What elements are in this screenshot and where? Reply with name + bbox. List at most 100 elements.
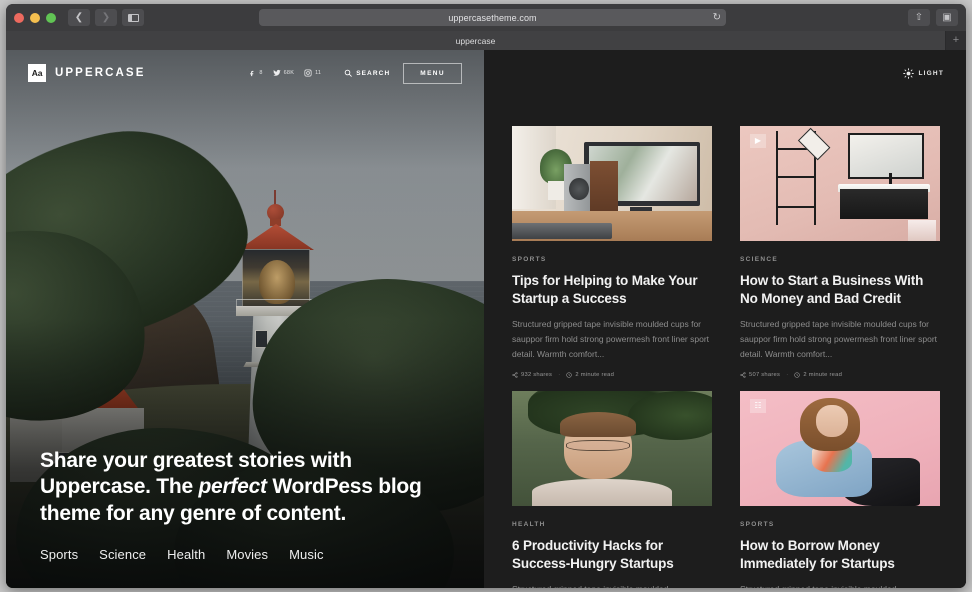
article-thumbnail[interactable]	[512, 126, 712, 241]
logo-text: UPPERCASE	[55, 67, 146, 79]
thumb-foliage	[628, 391, 712, 440]
minimize-window-button[interactable]	[30, 12, 40, 23]
article-category[interactable]: SPORTS	[740, 521, 940, 528]
article-title[interactable]: How to Start a Business With No Money an…	[740, 272, 940, 308]
article-card[interactable]: ☷ SPORTS How to Borrow Money Immediately…	[740, 391, 940, 588]
hero-title-emphasis: perfect	[198, 475, 267, 499]
browser-toolbar: ❮ ❯ uppercasetheme.com ↻ ⇧ ▣	[6, 4, 966, 31]
article-thumbnail[interactable]	[512, 391, 712, 507]
site-header: Aa UPPERCASE 8 68K 11 SEARCH MENU	[6, 50, 484, 96]
thumb-glass-panel	[908, 220, 936, 241]
meta-separator: ·	[786, 372, 789, 379]
article-category[interactable]: SPORTS	[512, 256, 712, 263]
twitter-icon	[273, 69, 281, 76]
tab-strip: uppercase +	[6, 31, 966, 50]
thumb-glasses	[566, 439, 630, 452]
search-label: SEARCH	[356, 69, 391, 77]
read-time-label: 2 minute read	[803, 372, 843, 379]
hero-categories: Sports Science Health Movies Music	[40, 547, 454, 562]
hero-copy: Share your greatest stories with Upperca…	[40, 448, 454, 562]
twitter-link[interactable]: 68K	[273, 69, 294, 77]
window-controls	[14, 12, 56, 23]
site-logo[interactable]: Aa UPPERCASE	[28, 64, 145, 82]
instagram-count: 11	[315, 70, 322, 76]
article-category[interactable]: SCIENCE	[740, 256, 940, 263]
tabs-icon[interactable]: ▣	[936, 9, 958, 26]
article-excerpt: Structured gripped tape invisible moulde…	[740, 319, 938, 359]
share-count-label: 507 shares	[749, 372, 781, 379]
browser-window: ❮ ❯ uppercasetheme.com ↻ ⇧ ▣ uppercase +	[6, 4, 966, 588]
article-title[interactable]: Tips for Helping to Make Your Startup a …	[512, 272, 712, 308]
hero-category-music[interactable]: Music	[289, 547, 323, 562]
read-time: 2 minute read	[794, 372, 842, 378]
menu-button[interactable]: MENU	[403, 62, 462, 84]
tab-title: uppercase	[455, 35, 496, 46]
meta-separator: ·	[558, 372, 561, 379]
read-time-label: 2 minute read	[575, 372, 615, 379]
gallery-badge-icon: ☷	[750, 399, 766, 414]
twitter-count: 68K	[283, 70, 295, 76]
thumb-vanity	[840, 189, 928, 220]
new-tab-button[interactable]: +	[946, 31, 966, 50]
instagram-icon	[304, 69, 312, 77]
search-button[interactable]: SEARCH	[344, 69, 390, 77]
hero-category-health[interactable]: Health	[167, 547, 205, 562]
logo-mark: Aa	[28, 64, 46, 82]
sidebar-toggle-button[interactable]	[122, 9, 144, 26]
sidebar-icon	[127, 13, 139, 22]
forward-icon[interactable]: ❯	[95, 9, 117, 26]
light-mode-toggle[interactable]: LIGHT	[902, 67, 945, 79]
header-nav: 8 68K 11 SEARCH MENU	[249, 62, 462, 84]
article-thumbnail[interactable]: ☷	[740, 391, 940, 507]
share-icon	[740, 372, 746, 379]
social-links: 8 68K 11	[249, 69, 321, 77]
hero-category-science[interactable]: Science	[99, 547, 146, 562]
share-count: 932 shares	[512, 372, 552, 378]
article-title[interactable]: How to Borrow Money Immediately for Star…	[740, 537, 940, 573]
thumb-keyboard	[512, 222, 612, 239]
navigation-buttons: ❮ ❯	[68, 9, 144, 26]
page-content: Aa UPPERCASE 8 68K 11 SEARCH MENU Share …	[6, 50, 966, 588]
address-bar[interactable]: uppercasetheme.com ↻	[259, 9, 726, 26]
clock-icon	[566, 372, 573, 378]
tab-uppercase[interactable]: uppercase	[6, 31, 946, 50]
hero-title: Share your greatest stories with Upperca…	[40, 448, 454, 527]
article-meta: 507 shares · 2 minute read	[740, 372, 940, 378]
hero-category-sports[interactable]: Sports	[40, 547, 78, 562]
close-window-button[interactable]	[14, 12, 24, 23]
article-card[interactable]: ▶ SCIENCE How to Start a Business With N…	[740, 126, 940, 378]
share-count: 507 shares	[740, 372, 780, 378]
search-icon	[344, 69, 352, 77]
hero-category-movies[interactable]: Movies	[226, 547, 268, 562]
article-title[interactable]: 6 Productivity Hacks for Success-Hungry …	[512, 537, 712, 573]
article-thumbnail[interactable]: ▶	[740, 126, 940, 241]
clock-icon	[794, 372, 801, 378]
article-category[interactable]: HEALTH	[512, 521, 712, 528]
article-excerpt: Structured gripped tape invisible moulde…	[512, 582, 712, 588]
thumb-shirt	[532, 478, 672, 507]
thumb-face	[816, 405, 848, 438]
play-badge-icon: ▶	[750, 134, 766, 148]
article-card[interactable]: HEALTH 6 Productivity Hacks for Success-…	[512, 391, 712, 588]
share-icon[interactable]: ⇧	[908, 9, 930, 26]
instagram-link[interactable]: 11	[304, 69, 321, 77]
address-bar-url: uppercasetheme.com	[448, 12, 537, 23]
thumb-hair	[560, 411, 636, 438]
thumb-mirror	[848, 132, 924, 179]
back-icon[interactable]: ❮	[68, 9, 90, 26]
reload-icon[interactable]: ↻	[713, 12, 721, 23]
maximize-window-button[interactable]	[46, 12, 56, 23]
share-count-label: 932 shares	[521, 372, 553, 379]
facebook-count: 8	[259, 70, 263, 76]
article-excerpt: Structured gripped tape invisible moulde…	[512, 319, 710, 359]
article-card[interactable]: SPORTS Tips for Helping to Make Your Sta…	[512, 126, 712, 378]
facebook-icon	[250, 70, 254, 76]
facebook-link[interactable]: 8	[249, 70, 262, 77]
panel-header: LIGHT	[484, 50, 966, 96]
share-icon	[512, 372, 518, 379]
article-meta: 932 shares · 2 minute read	[512, 372, 712, 378]
toolbar-actions: ⇧ ▣	[908, 9, 958, 26]
read-time: 2 minute read	[566, 372, 614, 378]
hero-section: Aa UPPERCASE 8 68K 11 SEARCH MENU Share …	[6, 50, 484, 588]
articles-panel: LIGHT SPORTS Tips for Helping to Make Yo…	[484, 50, 966, 588]
